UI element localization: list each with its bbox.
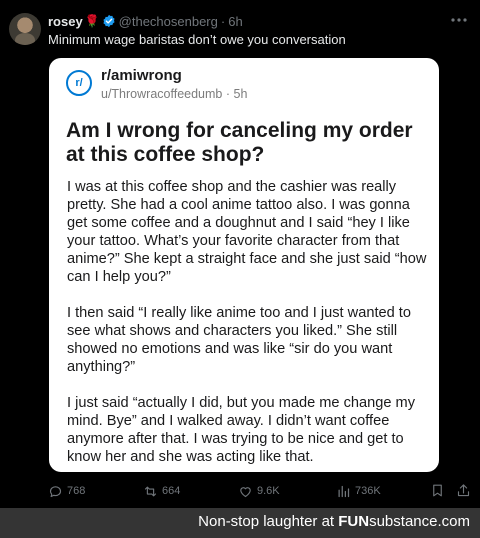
meta-separator: · bbox=[225, 87, 231, 101]
reply-count: 768 bbox=[67, 485, 86, 497]
post-paragraph: I just said “actually I did, but you mad… bbox=[67, 395, 415, 465]
watermark-footer: Non-stop laughter at FUNsubstance.com bbox=[0, 508, 480, 538]
tweet-text: Minimum wage baristas don’t owe you conv… bbox=[48, 32, 346, 47]
view-count: 736K bbox=[355, 485, 381, 497]
more-button[interactable] bbox=[450, 12, 468, 28]
reply-button[interactable]: 768 bbox=[48, 481, 85, 501]
more-icon bbox=[451, 18, 467, 22]
verified-badge-icon bbox=[103, 14, 115, 28]
separator-dot: · bbox=[220, 13, 226, 29]
post-meta: u/Throwracoffeedumb · 5h bbox=[101, 87, 247, 101]
tweet-header: rosey 🌹 @thechosenberg · 6h bbox=[48, 12, 243, 30]
repost-button[interactable]: 664 bbox=[143, 481, 180, 501]
tweet: rosey 🌹 @thechosenberg · 6h Minimum wage… bbox=[0, 0, 480, 508]
brand-suffix: .com bbox=[437, 513, 470, 530]
rose-emoji: 🌹 bbox=[84, 14, 100, 28]
post-body: I was at this coffee shop and the cashie… bbox=[67, 178, 429, 472]
display-name[interactable]: rosey bbox=[48, 14, 83, 29]
reddit-screenshot-card[interactable]: r/ r/amiwrong u/Throwracoffeedumb · 5h A… bbox=[49, 58, 439, 472]
brand-substance: substance bbox=[369, 513, 438, 530]
tweet-time[interactable]: 6h bbox=[228, 14, 242, 29]
post-paragraph: I then said “I really like anime too and… bbox=[67, 305, 411, 375]
tweet-action-bar: 768 664 9.6K 736K bbox=[0, 478, 480, 504]
watermark-prefix: Non-stop laughter at bbox=[198, 513, 335, 530]
repost-icon bbox=[144, 486, 157, 496]
post-age: 5h bbox=[233, 87, 248, 101]
like-count: 9.6K bbox=[257, 485, 280, 497]
watermark-text: Non-stop laughter at FUNsubstance.com bbox=[198, 513, 470, 530]
views-button[interactable]: 736K bbox=[336, 481, 381, 501]
like-button[interactable]: 9.6K bbox=[238, 481, 280, 501]
subreddit-icon: r/ bbox=[66, 70, 92, 96]
brand-fun: FUN bbox=[338, 513, 370, 530]
subreddit-name: r/amiwrong bbox=[101, 67, 182, 84]
post-author: u/Throwracoffeedumb bbox=[101, 87, 223, 101]
post-paragraph: I was at this coffee shop and the cashie… bbox=[67, 179, 427, 285]
bookmark-icon[interactable] bbox=[430, 483, 445, 498]
repost-count: 664 bbox=[162, 485, 181, 497]
reply-icon bbox=[49, 485, 62, 497]
views-icon bbox=[338, 485, 350, 497]
share-icon[interactable] bbox=[456, 483, 471, 498]
post-title: Am I wrong for canceling my order at thi… bbox=[66, 119, 413, 166]
user-handle[interactable]: @thechosenberg bbox=[119, 14, 218, 29]
user-avatar[interactable] bbox=[9, 13, 41, 45]
like-icon bbox=[240, 486, 251, 497]
